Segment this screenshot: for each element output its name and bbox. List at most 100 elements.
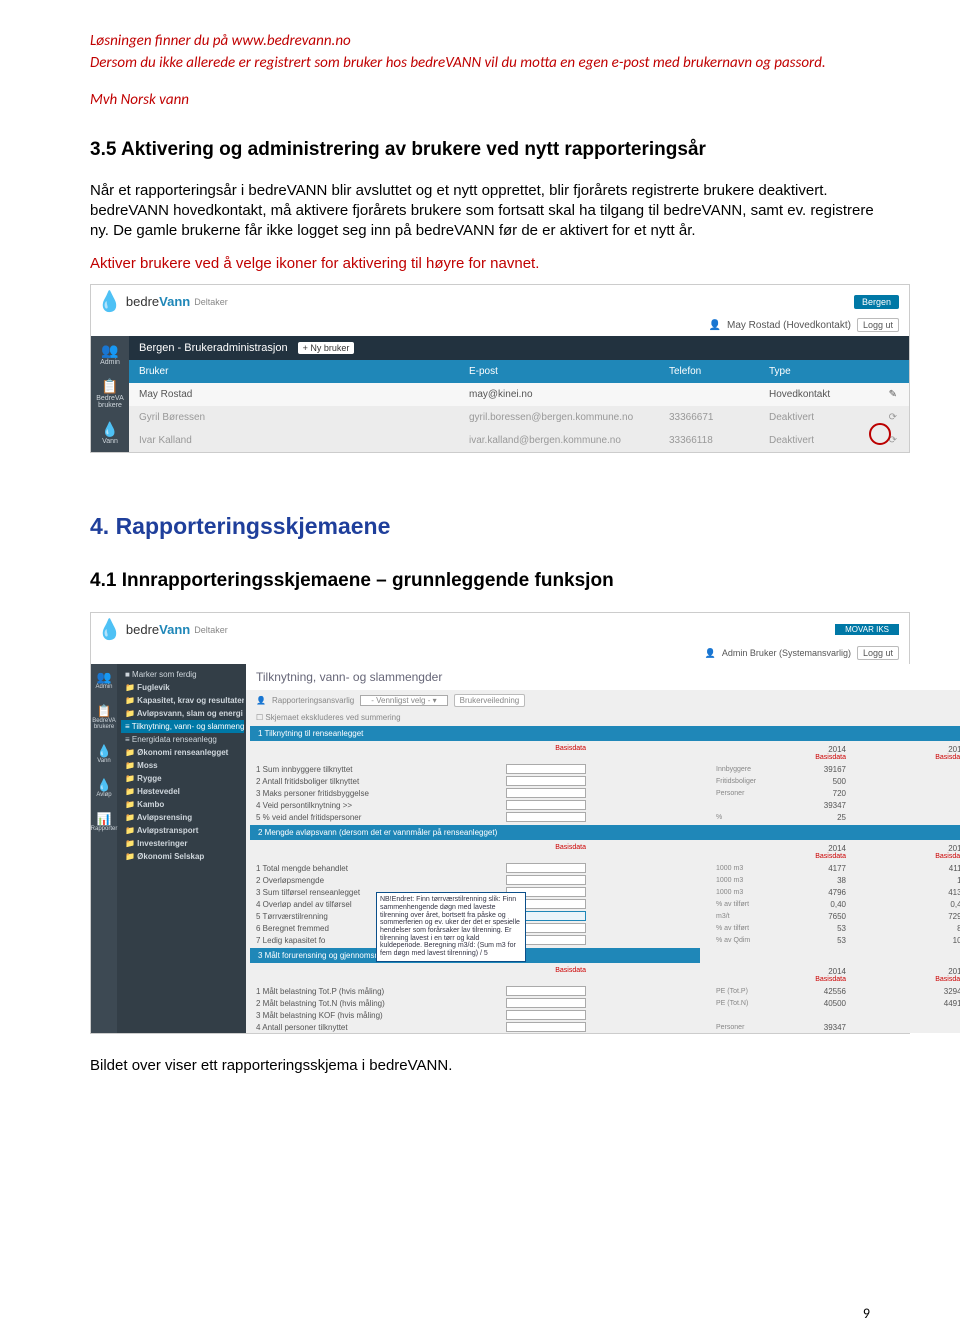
tooltip: NB!Endret: Finn tørrværstilrenning slik:… <box>376 892 526 962</box>
rail-brukere[interactable]: 📋BedreVA brukere <box>91 378 129 409</box>
rail-vann[interactable]: 💧Vann <box>101 421 118 445</box>
value-2013: 84 <box>896 924 960 933</box>
tree-item[interactable]: 📁 Rygge <box>121 772 244 785</box>
year-header: Basisdata 2014Basisdata 2013Basisdata <box>246 743 960 763</box>
value-input[interactable] <box>506 875 586 885</box>
new-user-button[interactable]: + Ny bruker <box>298 342 355 354</box>
value-2014: 38 <box>776 876 846 885</box>
tree-item[interactable]: 📁 Investeringer <box>121 837 244 850</box>
value-2014: 39347 <box>776 801 846 810</box>
value-input[interactable] <box>506 1022 586 1032</box>
data-row: 3 Målt belastning KOF (hvis måling) <box>246 1009 960 1021</box>
value-2013: 4118 <box>896 864 960 873</box>
user-icon: 👤 <box>256 696 266 705</box>
intro-block: Løsningen finner du på www.bedrevann.no … <box>90 32 880 111</box>
tree-item[interactable]: 📁 Avløpsvann, slam og energi <box>121 707 244 720</box>
screenshot-brukeradmin: 💧 bedreVann Deltaker Bergen 👤 May Rostad… <box>90 284 910 453</box>
data-row: 3 Sum tilførsel renseanlegget1000 m34796… <box>246 886 960 898</box>
intro-line-2: Dersom du ikke allerede er registrert so… <box>90 54 880 74</box>
responsible-label: Rapporteringsansvarlig <box>272 696 354 705</box>
value-2013: 44917 <box>896 999 960 1008</box>
user-icon: 👤 <box>705 648 716 659</box>
exclude-checkbox[interactable]: ☐ Skjemaet ekskluderes ved summering <box>246 711 960 724</box>
value-input[interactable] <box>506 1010 586 1020</box>
value-2014: 40500 <box>776 999 846 1008</box>
section-bar-2: 2 Mengde avløpsvann (dersom det er vannm… <box>250 825 960 840</box>
data-row: 5 Tørrværstilrenning?m3/t76507297 <box>246 910 960 922</box>
table-row: Ivar Kalland ivar.kalland@bergen.kommune… <box>129 429 909 452</box>
row-label: 2 Antall fritidsboliger tilknyttet <box>256 777 506 786</box>
tree-item[interactable]: ≡ Energidata renseanlegg <box>121 733 244 746</box>
edit-icon[interactable]: ✎ <box>889 389 897 400</box>
nav-tree: ■ Marker som ferdig 📁 Fuglevik 📁 Kapasit… <box>91 664 246 873</box>
tree-item[interactable]: 📁 Avløpstransport <box>121 824 244 837</box>
logo: 💧 bedreVann Deltaker <box>97 289 228 314</box>
userbar: 👤 May Rostad (Hovedkontakt) Logg ut <box>91 318 909 336</box>
brukere-icon: 📋 <box>91 378 129 395</box>
cell-type: Hovedkontakt <box>769 389 899 400</box>
activate-icon[interactable]: ⟳ <box>889 412 897 423</box>
logo-text: bedreVann <box>126 622 190 637</box>
user-icon: 👤 <box>709 320 721 331</box>
value-2014: 53 <box>776 936 846 945</box>
table-header: Bruker E-post Telefon Type <box>129 360 909 383</box>
value-input[interactable] <box>506 863 586 873</box>
left-rail: 👥Admin 📋BedreVA brukere 💧Vann <box>91 336 129 452</box>
sidebar: 👥Admin 📋BedreVA brukere 💧Vann 💧Avløp 📊Ra… <box>91 664 246 1033</box>
cell-tlf <box>669 389 769 400</box>
page-title: Bergen - Brukeradministrasjon <box>139 342 288 354</box>
value-2014: 720 <box>776 789 846 798</box>
value-2014: 39347 <box>776 1023 846 1032</box>
body-text-3-5: Når et rapporteringsår i bedreVANN blir … <box>90 181 880 242</box>
logo-text: bedreVann <box>126 294 190 309</box>
data-row: 2 Antall fritidsboliger tilknyttetFritid… <box>246 775 960 787</box>
cell-epost: may@kinei.no <box>469 389 669 400</box>
action-text: Aktiver brukere ved å velge ikoner for a… <box>90 255 880 272</box>
data-row: 1 Sum innbyggere tilknyttetInnbyggere391… <box>246 763 960 775</box>
tree-item[interactable]: 📁 Avløpsrensing <box>121 811 244 824</box>
value-2014: 4796 <box>776 888 846 897</box>
tree-item[interactable]: 📁 Høstevedel <box>121 785 244 798</box>
row-label: 3 Maks personer fritidsbyggelse <box>256 789 506 798</box>
drop-icon: 💧 <box>97 617 122 642</box>
unit-label: % av tilført <box>716 901 776 908</box>
value-input[interactable] <box>506 788 586 798</box>
tree-item[interactable]: 📁 Kapasitet, krav og resultater <box>121 694 244 707</box>
data-row: 1 Målt belastning Tot.P (hvis måling)PE … <box>246 985 960 997</box>
value-input[interactable] <box>506 812 586 822</box>
vann-icon: 💧 <box>101 421 118 438</box>
value-input[interactable] <box>506 998 586 1008</box>
tree-item[interactable]: 📁 Moss <box>121 759 244 772</box>
value-input[interactable] <box>506 764 586 774</box>
logout-button[interactable]: Logg ut <box>857 646 899 660</box>
para-3-5: Når et rapporteringsår i bedreVANN blir … <box>90 181 880 242</box>
tree-item[interactable]: ■ Marker som ferdig <box>121 668 244 681</box>
responsible-select[interactable]: - Vennligst velg - ▾ <box>360 695 447 706</box>
value-input[interactable] <box>506 800 586 810</box>
unit-label: PE (Tot.P) <box>716 988 776 995</box>
tree-item[interactable]: 📁 Kambo <box>121 798 244 811</box>
logout-button[interactable]: Logg ut <box>857 318 899 332</box>
tree-item[interactable]: 📁 Økonomi Selskap <box>121 850 244 863</box>
unit-label: Personer <box>716 1024 776 1031</box>
section-bar-1: 1 Tilknytning til renseanlegget <box>250 726 960 741</box>
th-epost: E-post <box>469 366 669 377</box>
data-row: 1 Total mengde behandlet1000 m341774118 <box>246 862 960 874</box>
tree-item[interactable]: 📁 Fuglevik <box>121 681 244 694</box>
user-name: May Rostad (Hovedkontakt) <box>727 320 851 331</box>
value-2014: 53 <box>776 924 846 933</box>
intro-signoff: Mvh Norsk vann <box>90 91 880 111</box>
rail-admin[interactable]: 👥Admin <box>100 342 120 366</box>
value-2013: 100 <box>896 936 960 945</box>
value-input[interactable] <box>506 986 586 996</box>
brukerveiledning-button[interactable]: Brukerveiledning <box>454 694 526 707</box>
data-row: 5 % veid andel fritidspersoner%25 <box>246 811 960 823</box>
unit-label: % av tilført <box>716 925 776 932</box>
value-input[interactable] <box>506 776 586 786</box>
tree-item[interactable]: 📁 Økonomi renseanlegget <box>121 746 244 759</box>
unit-label: 1000 m3 <box>716 865 776 872</box>
data-row: 2 Målt belastning Tot.N (hvis måling)PE … <box>246 997 960 1009</box>
page-number: 9 <box>863 1305 870 1322</box>
tree-item-selected[interactable]: ≡ Tilknytning, vann- og slammengder <box>121 720 244 733</box>
deltaker-badge: Deltaker <box>194 297 228 307</box>
